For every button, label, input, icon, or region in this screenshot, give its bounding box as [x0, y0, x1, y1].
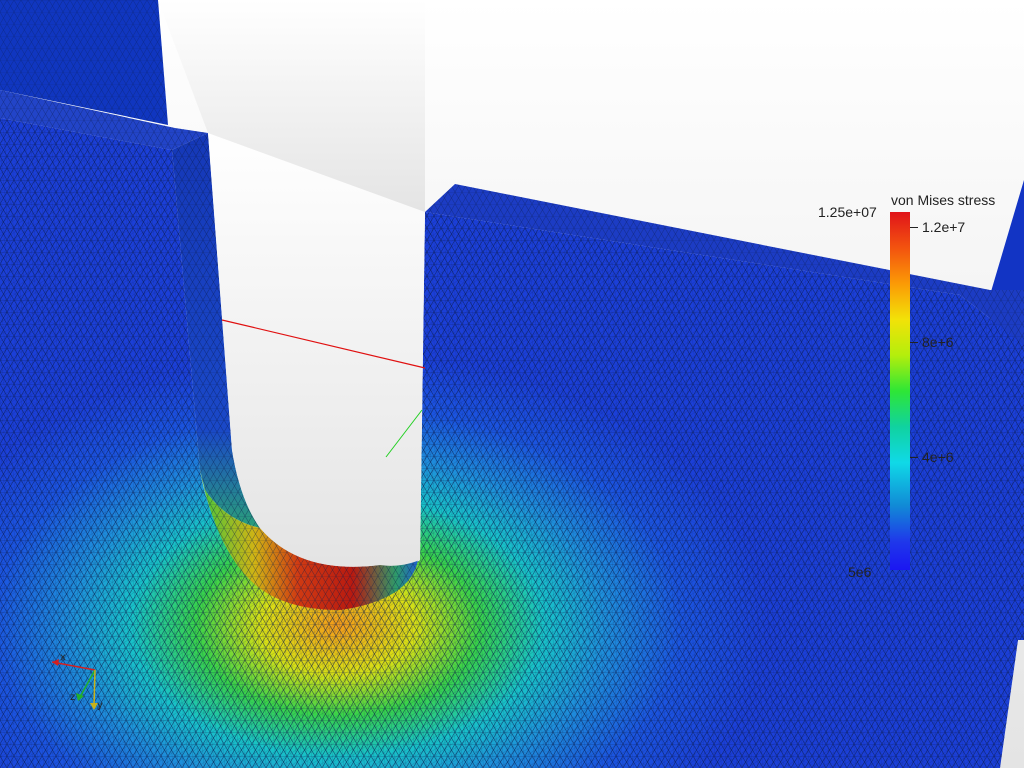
colorbar-tick-label: 4e+6: [922, 449, 954, 465]
colorbar-title: von Mises stress: [891, 192, 996, 208]
axis-z-label: z: [70, 692, 75, 703]
colorbar-tick-label: 8e+6: [922, 334, 954, 350]
axis-x-label: x: [60, 652, 66, 663]
axis-y-label: y: [97, 700, 103, 711]
colorbar-tick-label: 1.2e+7: [922, 219, 966, 235]
colorbar-tickmark: [910, 342, 918, 343]
colorbar-min-label: 5e6: [848, 564, 872, 580]
colorbar[interactable]: [890, 212, 910, 570]
colorbar-tickmark: [910, 457, 918, 458]
colorbar-tickmark: [910, 227, 918, 228]
colorbar-max-label: 1.25e+07: [818, 204, 877, 220]
3d-viewport[interactable]: x y z: [0, 0, 1024, 768]
